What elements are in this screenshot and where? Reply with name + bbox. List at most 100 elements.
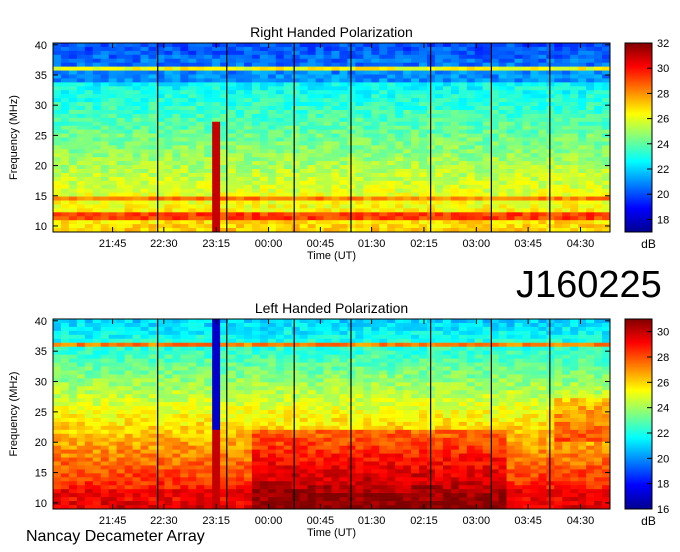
heatmap-cell [594, 70, 603, 76]
heatmap-cell [267, 358, 277, 364]
heatmap-cell [371, 330, 380, 336]
heatmap-cell [291, 46, 301, 52]
heatmap-cell [554, 354, 563, 360]
heatmap-cell [355, 370, 364, 376]
heatmap-cell [331, 184, 341, 190]
heatmap-cell [243, 358, 253, 364]
heatmap-cell [498, 43, 508, 48]
heatmap-cell [236, 366, 245, 372]
heatmap-cell [164, 196, 173, 202]
heatmap-cell [450, 137, 460, 143]
heatmap-cell [180, 382, 189, 387]
heatmap-cell [251, 133, 261, 139]
heatmap-cell [514, 86, 524, 91]
heatmap-cell [148, 362, 158, 368]
heatmap-cell [116, 66, 126, 72]
heatmap-cell [403, 338, 412, 344]
heatmap-cell [92, 58, 102, 64]
heatmap-cell [180, 102, 189, 107]
heatmap-cell [164, 133, 173, 139]
heatmap-cell [259, 172, 269, 178]
heatmap-cell [594, 200, 603, 206]
heatmap-cell [68, 386, 78, 391]
heatmap-cell [180, 220, 189, 225]
heatmap-cell [275, 137, 285, 143]
heatmap-cell [403, 326, 412, 332]
heatmap-cell [243, 188, 253, 194]
heatmap-cell [379, 113, 388, 119]
heatmap-cell [602, 358, 610, 364]
heatmap-cell [259, 362, 269, 368]
heatmap-cell [275, 188, 285, 194]
heatmap-cell [124, 169, 134, 174]
heatmap-cell [506, 165, 516, 170]
heatmap-cell [538, 161, 547, 166]
heatmap-cell [243, 90, 253, 95]
heatmap-cell [426, 354, 436, 360]
heatmap-cell [236, 165, 245, 170]
heatmap-cell [594, 378, 603, 383]
heatmap-cell [236, 402, 245, 407]
heatmap-cell [68, 94, 78, 99]
heatmap-cell [562, 386, 571, 391]
heatmap-cell [236, 121, 245, 127]
heatmap-cell [379, 172, 388, 178]
heatmap-cell [426, 334, 436, 340]
heatmap-cell [180, 350, 189, 356]
heatmap-cell [267, 141, 277, 146]
heatmap-cell [522, 346, 532, 352]
heatmap-cell [419, 184, 428, 190]
heatmap-cell [116, 330, 126, 336]
heatmap-cell [458, 200, 468, 206]
colorbar-tick-label: 24 [657, 139, 669, 151]
heatmap-cell [172, 62, 181, 68]
heatmap-cell [347, 121, 356, 127]
heatmap-cell [538, 220, 547, 225]
heatmap-cell [92, 184, 102, 190]
heatmap-cell [84, 212, 94, 217]
heatmap-cell [164, 141, 173, 146]
heatmap-cell [458, 117, 468, 123]
heatmap-cell [180, 390, 189, 395]
heatmap-cell [148, 319, 158, 324]
heatmap-cell [196, 386, 205, 391]
heatmap-cell [355, 86, 364, 91]
heatmap-cell [355, 98, 364, 103]
heatmap-cell [522, 322, 532, 328]
heatmap-cell [554, 66, 563, 72]
heatmap-cell [228, 129, 237, 135]
heatmap-cell [419, 330, 428, 336]
heatmap-cell [236, 200, 245, 206]
heatmap-cell [594, 334, 603, 340]
heatmap-cell [570, 394, 579, 399]
heatmap-cell [570, 398, 579, 403]
heatmap-cell [212, 338, 221, 344]
heatmap-cell [498, 212, 508, 217]
heatmap-cell [124, 149, 134, 154]
heatmap-cell [482, 362, 492, 368]
heatmap-cell [514, 346, 524, 352]
heatmap-cell [76, 342, 86, 348]
heatmap-cell [204, 342, 213, 348]
heatmap-cell [371, 196, 380, 202]
heatmap-cell [140, 358, 150, 364]
heatmap-cell [196, 334, 205, 340]
heatmap-cell [450, 216, 460, 221]
heatmap-cell [578, 149, 587, 154]
heatmap-cell [458, 378, 468, 383]
heatmap-cell [466, 121, 476, 127]
heatmap-cell [530, 220, 539, 225]
heatmap-cell [355, 398, 364, 403]
heatmap-cell [68, 129, 78, 135]
heatmap-cell [594, 398, 603, 403]
heatmap-cell [355, 94, 364, 99]
heatmap-cell [132, 196, 142, 202]
heatmap-cell [267, 342, 277, 348]
heatmap-cell [116, 366, 126, 372]
heatmap-cell [554, 334, 563, 340]
heatmap-cell [53, 216, 62, 221]
heatmap-cell [403, 161, 412, 166]
heatmap-cell [498, 358, 508, 364]
heatmap-cell [419, 398, 428, 403]
heatmap-cell [53, 200, 62, 206]
